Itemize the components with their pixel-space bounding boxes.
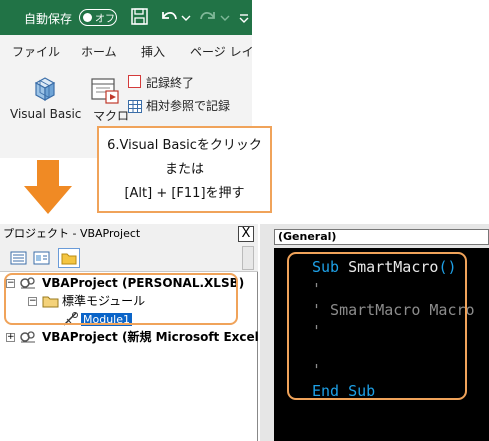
toolbar-scroll-handle[interactable] [242, 246, 254, 270]
autosave-state: オフ [95, 14, 115, 25]
toggle-folders-icon[interactable] [58, 248, 80, 268]
undo-icon[interactable] [158, 6, 180, 28]
stop-recording-icon[interactable] [128, 75, 141, 88]
code-highlight-box [287, 252, 467, 400]
project-explorer-title-text: プロジェクト - VBAProject [3, 227, 141, 240]
view-object-icon[interactable] [31, 248, 53, 268]
autosave-label: 自動保存 [24, 12, 73, 26]
ribbon-tabs: ファイル ホーム 挿入 ページ レイ [0, 35, 252, 65]
visual-basic-button[interactable]: Visual Basic [10, 107, 81, 121]
project-explorer-pane: プロジェクト - VBAProject X − VBAProject (PERS… [0, 224, 259, 441]
stop-recording-button[interactable]: 記録終了 [146, 74, 194, 91]
tab-file[interactable]: ファイル [12, 43, 60, 60]
customize-qat-icon[interactable] [238, 6, 250, 28]
macro-icon[interactable] [88, 73, 122, 107]
toggle-knob [83, 12, 92, 22]
relative-reference-button[interactable]: 相対参照で記録 [146, 97, 230, 114]
down-arrow-icon [22, 160, 74, 220]
tab-insert[interactable]: 挿入 [141, 43, 165, 60]
tab-home[interactable]: ホーム [81, 43, 117, 60]
close-icon[interactable]: X [238, 226, 254, 242]
vba-project-icon [19, 329, 37, 349]
callout-line-2: または [164, 162, 204, 177]
tab-page-layout[interactable]: ページ レイ [190, 43, 252, 60]
callout-line-3: [Alt] + [F11]を押す [124, 186, 245, 201]
instruction-callout: 6.Visual Basicをクリック または [Alt] + [F11]を押す [97, 126, 272, 213]
save-icon[interactable] [130, 6, 150, 28]
project-explorer-title: プロジェクト - VBAProject X [0, 224, 258, 244]
project-highlight-box [4, 273, 238, 325]
relative-reference-icon[interactable] [128, 98, 142, 113]
autosave-toggle[interactable]: オフ [79, 9, 117, 26]
excel-title-bar: 自動保存 オフ [0, 0, 252, 35]
tree-item-project-new-workbook[interactable]: VBAProject (新規 Microsoft Excel [42, 328, 259, 346]
visual-basic-icon[interactable] [28, 73, 62, 107]
view-code-icon[interactable] [8, 248, 30, 268]
callout-line-1: 6.Visual Basicをクリック [107, 138, 262, 153]
project-explorer-toolbar [0, 244, 258, 272]
redo-icon[interactable] [197, 6, 219, 28]
undo-dropdown-icon[interactable] [181, 6, 191, 28]
redo-dropdown-icon[interactable] [220, 6, 230, 28]
macro-button[interactable]: マクロ [93, 107, 129, 124]
object-combo[interactable]: (General) [274, 229, 489, 245]
expand-project2-toggle[interactable]: + [6, 333, 15, 342]
